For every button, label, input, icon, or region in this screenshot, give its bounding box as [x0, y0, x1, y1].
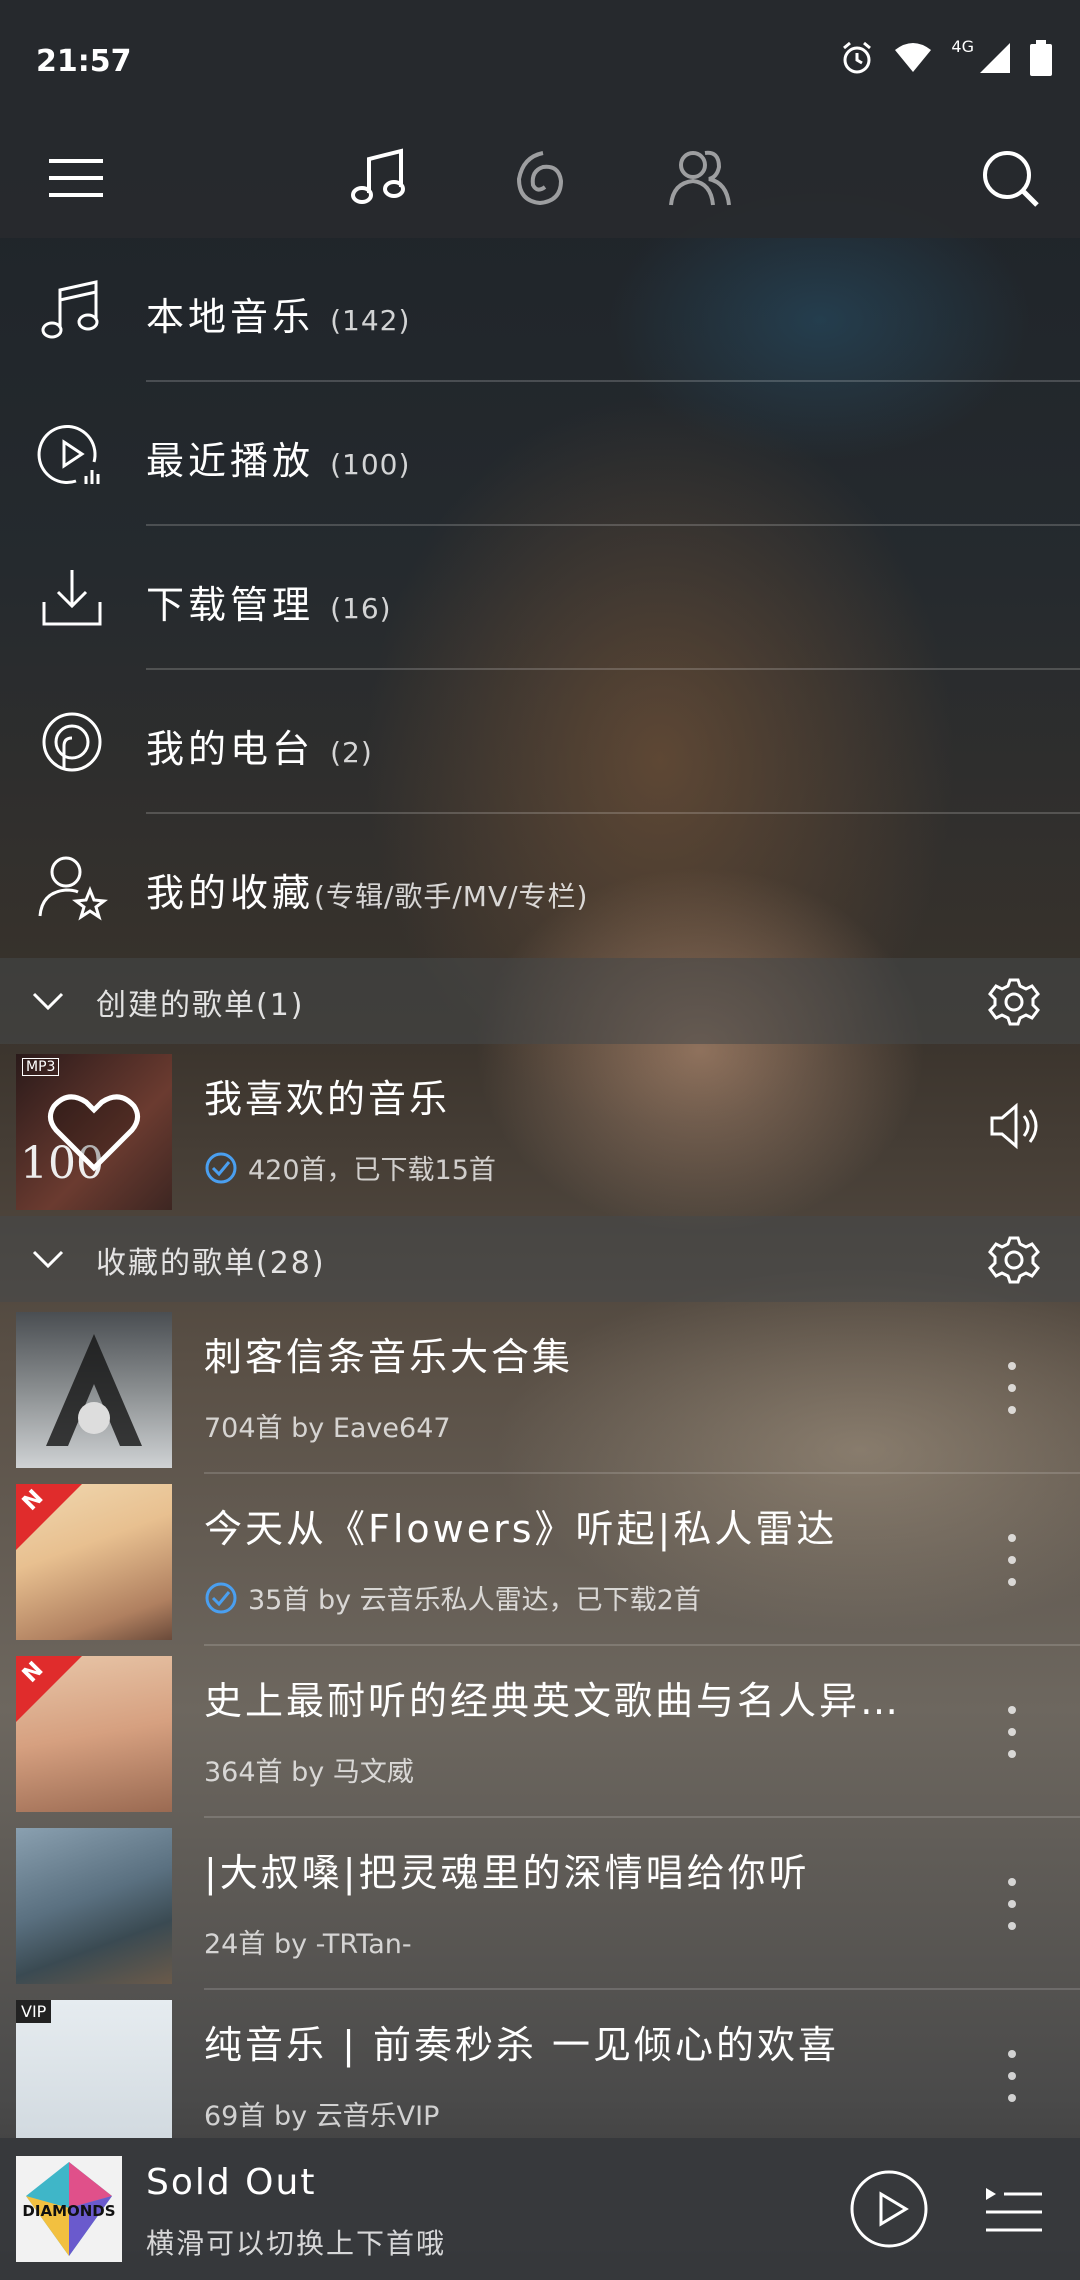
status-time: 21:57 — [36, 44, 132, 79]
menu-count: (142) — [330, 304, 411, 337]
wifi-icon — [893, 42, 933, 78]
play-icon[interactable] — [848, 2168, 930, 2250]
music-note-icon — [36, 274, 108, 346]
music-note-icon — [351, 148, 405, 204]
playlist-row[interactable]: |大叔嗓|把灵魂里的深情唱给你听 24首 by -TRTan- — [0, 1818, 1080, 1990]
menu-my-radio[interactable]: 我的电台 (2) — [0, 670, 1080, 814]
menu-local-music[interactable]: 本地音乐 (142) — [0, 238, 1080, 382]
gear-icon[interactable] — [988, 1234, 1040, 1286]
friends-icon — [669, 150, 731, 206]
my-music-menu: 本地音乐 (142) 最近播放 (100) 下载管理 (16) 我的电台 (2)… — [0, 238, 1080, 958]
menu-my-favorites[interactable]: 我的收藏(专辑/歌手/MV/专栏) — [0, 814, 1080, 958]
created-playlists-header[interactable]: 创建的歌单(1) — [0, 958, 1080, 1044]
downloaded-check-icon — [205, 1582, 237, 1613]
more-options-icon[interactable] — [1004, 1706, 1020, 1758]
menu-count: (2) — [330, 736, 373, 769]
more-options-icon[interactable] — [1004, 1362, 1020, 1414]
speaker-icon — [990, 1102, 1038, 1150]
download-icon — [36, 562, 108, 634]
battery-icon — [1030, 40, 1052, 80]
playlist-subtitle: 420首，已下载15首 — [248, 1155, 496, 1186]
playlist-title: |大叔嗓|把灵魂里的深情唱给你听 — [204, 1851, 810, 1895]
status-bar: 21:57 4G — [0, 0, 1080, 120]
top-nav — [0, 120, 1080, 238]
playlist-cover: MP3 100 — [16, 1054, 172, 1210]
status-icons: 4G — [839, 36, 1052, 80]
section-title: 收藏的歌单(28) — [96, 1246, 326, 1281]
mini-player[interactable]: DIAMONDS Sold Out 横滑可以切换上下首哦 — [0, 2138, 1080, 2280]
menu-count: (100) — [330, 448, 411, 481]
now-playing-cover: DIAMONDS — [16, 2156, 122, 2262]
menu-label: 我的收藏 — [146, 871, 315, 915]
playlist-cover — [16, 1312, 172, 1468]
playlist-row[interactable]: N 史上最耐听的经典英文歌曲与名人异… 364首 by 马文威 — [0, 1646, 1080, 1818]
playlist-queue-icon[interactable] — [982, 2180, 1044, 2238]
now-playing-title: Sold Out — [146, 2162, 317, 2203]
downloaded-check-icon — [205, 1152, 237, 1183]
tab-radio[interactable] — [492, 130, 588, 226]
hamburger-menu-icon[interactable] — [28, 130, 124, 226]
chevron-down-icon — [32, 1250, 64, 1269]
mp3-tag: MP3 — [22, 1058, 60, 1076]
search-icon[interactable] — [962, 130, 1058, 226]
playlist-title: 我喜欢的音乐 — [204, 1077, 451, 1121]
playlist-subtitle: 35首 by 云音乐私人雷达，已下载2首 — [248, 1585, 701, 1616]
heart-icon — [48, 1094, 140, 1172]
playlist-row[interactable]: 刺客信条音乐大合集 704首 by Eave647 — [0, 1302, 1080, 1474]
playlist-subtitle: 704首 by Eave647 — [204, 1413, 451, 1444]
podcast-icon — [36, 706, 108, 778]
collected-playlists-header[interactable]: 收藏的歌单(28) — [0, 1216, 1080, 1302]
tab-friends[interactable] — [652, 130, 748, 226]
playlist-cover — [16, 1828, 172, 1984]
playlist-row[interactable]: N 今天从《Flowers》听起|私人雷达 35首 by 云音乐私人雷达，已下载… — [0, 1474, 1080, 1646]
menu-label: 最近播放 — [146, 439, 315, 483]
alarm-icon — [839, 40, 875, 80]
signal-icon — [978, 41, 1012, 79]
favorite-user-icon — [36, 850, 108, 922]
playlist-subtitle: 364首 by 马文威 — [204, 1757, 414, 1788]
section-title: 创建的歌单(1) — [96, 988, 305, 1023]
menu-download-manager[interactable]: 下载管理 (16) — [0, 526, 1080, 670]
playlist-subtitle: 24首 by -TRTan- — [204, 1929, 412, 1960]
more-options-icon[interactable] — [1004, 1534, 1020, 1586]
recent-play-icon — [36, 418, 108, 490]
menu-label: 本地音乐 — [146, 295, 315, 339]
playlist-row[interactable]: VIP 纯音乐 | 前奏秒杀 一见倾心的欢喜 69首 by 云音乐VIP — [0, 1990, 1080, 2138]
radio-wave-icon — [516, 151, 564, 206]
more-options-icon[interactable] — [1004, 2050, 1020, 2102]
assassin-emblem-icon — [46, 1334, 142, 1446]
menu-label: 我的电台 — [146, 727, 315, 771]
tab-music[interactable] — [332, 130, 428, 226]
menu-count: (专辑/歌手/MV/专栏) — [314, 880, 589, 913]
gear-icon[interactable] — [988, 976, 1040, 1028]
menu-recent-play[interactable]: 最近播放 (100) — [0, 382, 1080, 526]
playlist-row-liked[interactable]: MP3 100 我喜欢的音乐 420首，已下载15首 — [0, 1044, 1080, 1216]
playlist-subtitle: 69首 by 云音乐VIP — [204, 2101, 440, 2132]
menu-label: 下载管理 — [146, 583, 315, 627]
playlist-title: 纯音乐 | 前奏秒杀 一见倾心的欢喜 — [204, 2023, 840, 2067]
playlist-cover: VIP — [16, 2000, 172, 2138]
vip-badge: VIP — [16, 2000, 52, 2023]
playlist-title: 今天从《Flowers》听起|私人雷达 — [204, 1507, 838, 1551]
more-options-icon[interactable] — [1004, 1878, 1020, 1930]
now-playing-hint: 横滑可以切换上下首哦 — [146, 2227, 447, 2260]
playlist-title: 史上最耐听的经典英文歌曲与名人异… — [204, 1679, 902, 1723]
playlist-title: 刺客信条音乐大合集 — [204, 1335, 574, 1379]
playlist-cover: N — [16, 1484, 172, 1640]
menu-count: (16) — [330, 592, 392, 625]
playlist-cover: N — [16, 1656, 172, 1812]
cover-text: DIAMONDS — [22, 2202, 116, 2220]
chevron-down-icon — [32, 992, 64, 1011]
network-type: 4G — [951, 36, 974, 56]
